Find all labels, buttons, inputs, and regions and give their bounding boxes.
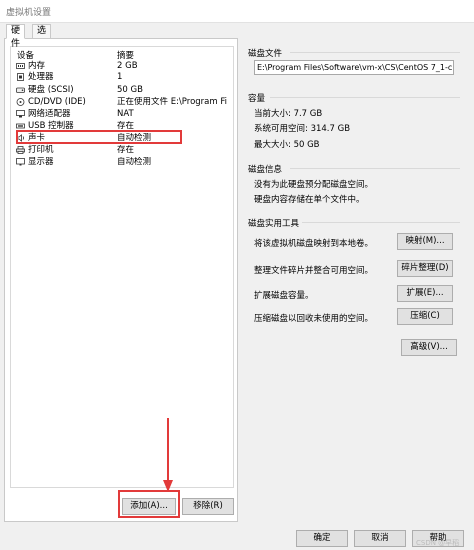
memory-icon	[16, 63, 25, 69]
remove-device-button[interactable]: 移除(R)	[182, 498, 234, 515]
advanced-button[interactable]: 高级(V)...	[401, 339, 457, 356]
disk-info-label: 磁盘信息	[248, 165, 283, 175]
device-row-network[interactable]: 网络适配器 NAT	[13, 109, 229, 120]
hard-disk-icon	[16, 87, 25, 93]
dialog-footer: 确定 取消 帮助	[0, 524, 474, 550]
watermark: CSDN @早稻	[416, 539, 460, 547]
device-name: 显示器	[28, 157, 54, 167]
map-description: 将该虚拟机磁盘映射到本地卷。	[254, 239, 374, 249]
compact-description: 压缩磁盘以回收未使用的空间。	[254, 314, 374, 324]
device-summary: 自动检测	[117, 157, 152, 167]
divider	[290, 52, 460, 53]
current-size-text: 当前大小: 7.7 GB	[254, 109, 323, 119]
ok-button[interactable]: 确定	[296, 530, 348, 547]
expand-description: 扩展磁盘容量。	[254, 291, 314, 301]
device-row-hard-disk[interactable]: 硬盘 (SCSI) 50 GB	[13, 85, 229, 96]
tab-options[interactable]: 选项	[32, 24, 52, 49]
printer-icon	[16, 146, 25, 154]
disk-info-line2: 硬盘内容存储在单个文件中。	[254, 195, 365, 205]
device-row-cpu[interactable]: 处理器 1	[13, 72, 229, 83]
device-name: 内存	[28, 61, 46, 71]
device-row-monitor[interactable]: 显示器 自动检测	[13, 157, 229, 168]
usb-icon	[16, 123, 25, 129]
hard-disk-highlight-box	[16, 130, 182, 144]
device-summary: NAT	[117, 109, 134, 119]
map-button[interactable]: 映射(M)...	[397, 233, 453, 250]
monitor-icon	[16, 158, 25, 166]
device-summary: 2 GB	[117, 61, 138, 71]
device-summary: 正在使用文件 E:\Program Fil...	[117, 97, 227, 107]
compact-button[interactable]: 压缩(C)	[397, 308, 453, 325]
device-name: 网络适配器	[28, 109, 71, 119]
cancel-button[interactable]: 取消	[354, 530, 406, 547]
defrag-description: 整理文件碎片并整合可用空间。	[254, 266, 374, 276]
disk-utilities-label: 磁盘实用工具	[248, 219, 300, 229]
device-row-memory[interactable]: 内存 2 GB	[13, 61, 229, 72]
device-summary: 1	[117, 72, 123, 82]
red-arrow-icon	[163, 418, 173, 492]
capacity-label: 容量	[248, 94, 266, 104]
device-name: CD/DVD (IDE)	[28, 97, 86, 107]
disk-file-label: 磁盘文件	[248, 49, 283, 59]
divider	[270, 97, 460, 98]
add-device-button[interactable]: 添加(A)...	[122, 498, 176, 515]
device-list-header: 设备 摘要	[17, 49, 227, 61]
divider	[302, 222, 460, 223]
device-summary: 存在	[117, 145, 135, 155]
device-row-cd-dvd[interactable]: CD/DVD (IDE) 正在使用文件 E:\Program Fil...	[13, 97, 229, 108]
device-name: 处理器	[28, 72, 54, 82]
max-size-text: 最大大小: 50 GB	[254, 140, 320, 150]
system-free-space-text: 系统可用空间: 314.7 GB	[254, 124, 351, 134]
divider	[290, 168, 460, 169]
device-summary: 50 GB	[117, 85, 143, 95]
tab-hardware[interactable]: 硬件	[6, 24, 26, 49]
device-name: 打印机	[28, 145, 54, 155]
cd-dvd-icon	[16, 98, 25, 106]
device-row-printer[interactable]: 打印机 存在	[13, 145, 229, 156]
title-bar: 虚拟机设置	[0, 0, 474, 23]
defrag-button[interactable]: 碎片整理(D)	[397, 260, 453, 277]
expand-button[interactable]: 扩展(E)...	[397, 285, 453, 302]
disk-info-line1: 没有为此硬盘预分配磁盘空间。	[254, 180, 374, 190]
device-list: 设备 摘要 内存 2 GB 处理器 1 硬盘 (SCSI) 50 GB CD/D…	[10, 46, 234, 488]
device-name: 硬盘 (SCSI)	[28, 85, 74, 95]
network-icon	[16, 110, 25, 118]
window-title: 虚拟机设置	[6, 8, 52, 18]
cpu-icon	[17, 73, 24, 81]
disk-file-path-field[interactable]: E:\Program Files\Software\vm-x\CS\CentOS…	[254, 60, 454, 75]
col-header-summary[interactable]: 摘要	[117, 49, 134, 61]
